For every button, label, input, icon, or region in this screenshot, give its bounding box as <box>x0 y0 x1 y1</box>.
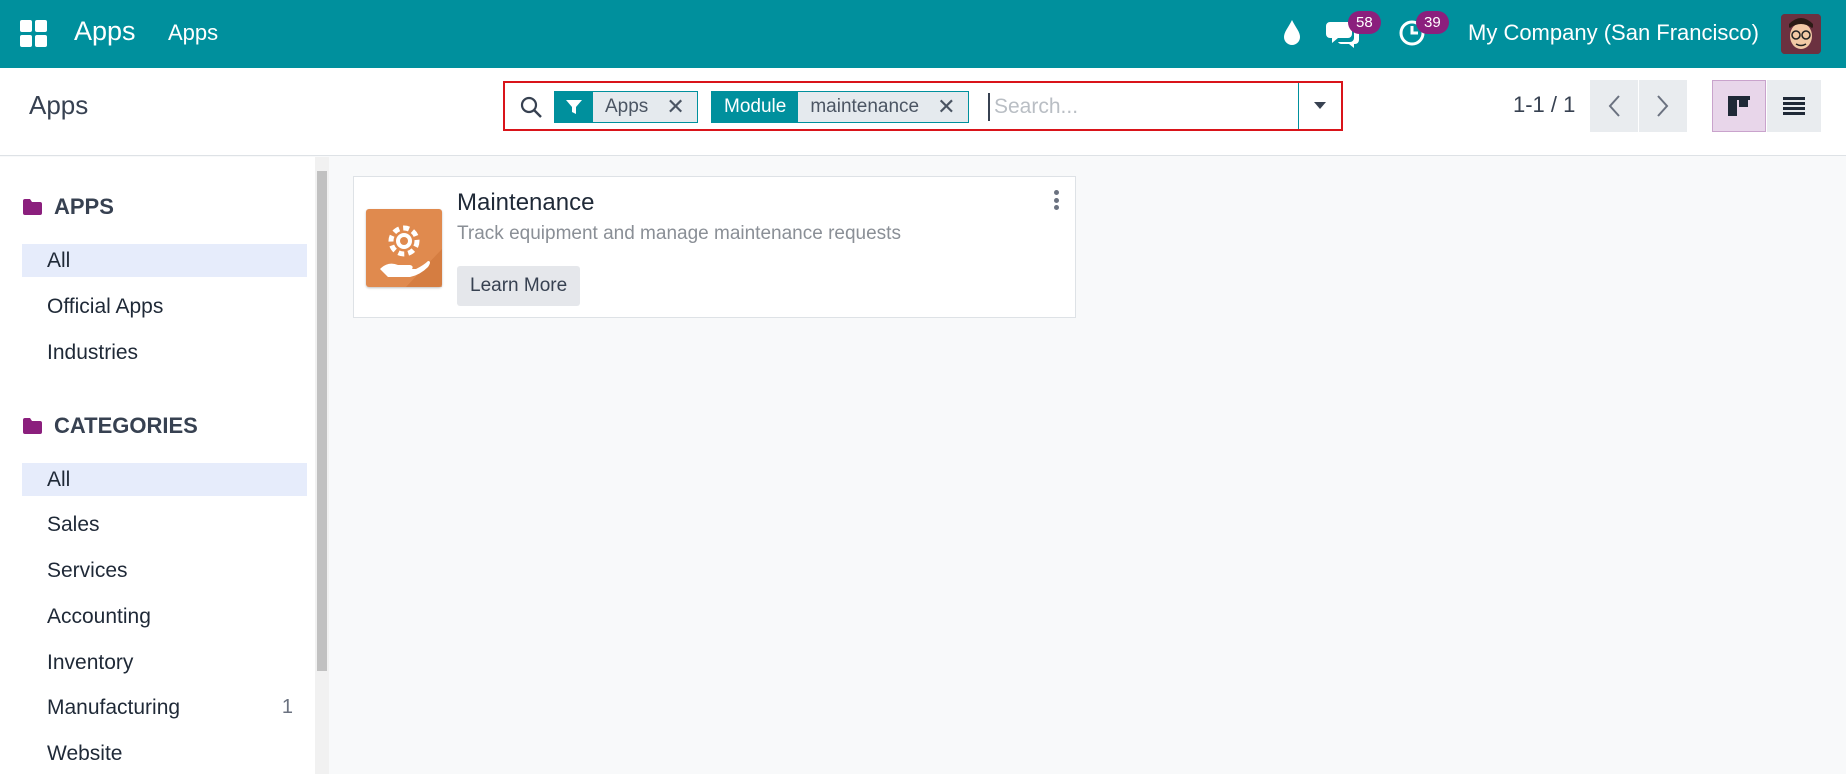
pager-value[interactable]: 1-1 / 1 <box>1513 92 1575 118</box>
scrollbar-thumb[interactable] <box>317 171 327 671</box>
activities-badge: 39 <box>1416 11 1449 34</box>
sidebar-item-label: Services <box>47 558 128 582</box>
sidebar-item-label: Manufacturing <box>47 695 181 719</box>
app-card-title: Maintenance <box>457 189 595 216</box>
sidebar-item-label: Industries <box>47 340 139 364</box>
sidebar-item-manufacturing[interactable]: Manufacturing 1 <box>22 691 307 724</box>
sidebar-item-label: Accounting <box>47 604 151 628</box>
pager-next-button[interactable] <box>1639 80 1687 132</box>
search-icon[interactable] <box>519 95 543 124</box>
droplet-icon[interactable] <box>1282 18 1302 51</box>
sidebar-item-label: All <box>47 467 71 491</box>
sidebar-item-all-apps[interactable]: All <box>22 244 307 277</box>
sidebar-item-industries[interactable]: Industries <box>22 336 307 369</box>
section-apps-header: APPS <box>22 194 114 220</box>
chevron-left-icon <box>1608 95 1620 117</box>
top-navbar: Apps Apps 58 39 My Company (San Francisc… <box>0 0 1846 68</box>
sidebar-item-inventory[interactable]: Inventory <box>22 646 307 679</box>
kanban-view-button[interactable] <box>1712 80 1766 132</box>
app-grid-icon[interactable] <box>20 20 47 47</box>
sidebar-item-label: Sales <box>47 512 100 536</box>
sidebar-item-label: Inventory <box>47 650 134 674</box>
chevron-right-icon <box>1657 95 1669 117</box>
maintenance-app-icon <box>366 209 442 287</box>
folder-icon <box>23 199 42 215</box>
search-facet-filter[interactable]: Apps ✕ <box>554 91 698 123</box>
sidebar-item-sales[interactable]: Sales <box>22 508 307 541</box>
sidebar-item-accounting[interactable]: Accounting <box>22 600 307 633</box>
sidebar-item-label: Website <box>47 741 123 765</box>
folder-icon <box>23 418 42 434</box>
list-view-button[interactable] <box>1767 80 1821 132</box>
sidebar-item-count: 1 <box>281 696 293 718</box>
filter-icon <box>555 92 593 122</box>
app-card-description: Track equipment and manage maintenance r… <box>457 223 901 244</box>
page-title: Apps <box>29 90 89 120</box>
close-icon[interactable]: ✕ <box>660 92 697 122</box>
search-input[interactable] <box>988 93 1288 121</box>
sidebar-scrollbar[interactable] <box>315 157 329 774</box>
sidebar-item-official-apps[interactable]: Official Apps <box>22 290 307 323</box>
sidebar-item-all-categories[interactable]: All <box>22 463 307 496</box>
avatar[interactable] <box>1781 14 1821 54</box>
sidebar-item-website[interactable]: Website <box>22 737 307 770</box>
kanban-icon <box>1728 96 1750 116</box>
search-facet-module[interactable]: Module maintenance ✕ <box>711 91 969 123</box>
search-panel: APPS All Official Apps Industries CATEGO… <box>0 157 315 774</box>
section-categories-header: CATEGORIES <box>22 413 198 439</box>
menu-apps[interactable]: Apps <box>168 20 218 46</box>
section-title: CATEGORIES <box>54 413 198 438</box>
section-title: APPS <box>54 194 114 219</box>
facet-label: Module <box>712 92 799 122</box>
search-options-toggle[interactable] <box>1298 83 1341 129</box>
facet-value: Apps <box>593 92 661 122</box>
caret-down-icon <box>1314 102 1326 109</box>
brand-title[interactable]: Apps <box>74 16 136 47</box>
list-icon <box>1783 97 1805 115</box>
control-panel: Apps Apps ✕ Module maintenance ✕ 1-1 / 1 <box>0 68 1846 156</box>
search-bar[interactable]: Apps ✕ Module maintenance ✕ <box>503 81 1343 131</box>
pager-previous-button[interactable] <box>1590 80 1638 132</box>
company-switcher[interactable]: My Company (San Francisco) <box>1468 20 1759 46</box>
close-icon[interactable]: ✕ <box>931 92 968 122</box>
facet-value: maintenance <box>798 92 932 122</box>
sidebar-item-services[interactable]: Services <box>22 554 307 587</box>
kebab-menu-icon[interactable] <box>1053 190 1059 210</box>
sidebar-item-label: Official Apps <box>47 294 164 318</box>
messages-badge: 58 <box>1348 11 1381 34</box>
app-card-maintenance[interactable]: Maintenance Track equipment and manage m… <box>353 176 1076 318</box>
sidebar-item-label: All <box>47 248 71 272</box>
learn-more-button[interactable]: Learn More <box>457 266 581 306</box>
